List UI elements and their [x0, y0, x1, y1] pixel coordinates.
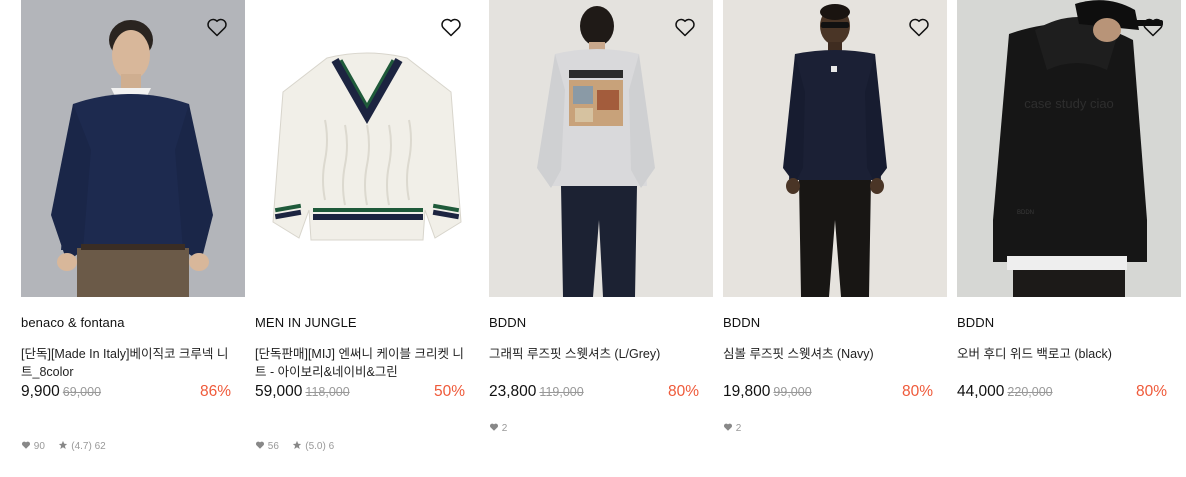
product-card[interactable]: case study ciao BDDN BDDN 오버 후디 위드 백로고 (…	[957, 0, 1181, 400]
price-row: 44,000 220,000 80%	[957, 383, 1167, 405]
product-image[interactable]: case study ciao BDDN	[957, 0, 1181, 297]
original-price: 69,000	[62, 385, 102, 399]
like-count: 2	[501, 423, 508, 434]
product-meta: 90 (4.7) 62	[21, 440, 106, 452]
hoodie-back-print: case study ciao	[1024, 96, 1114, 111]
sale-price: 19,800	[723, 383, 771, 400]
product-image[interactable]	[255, 0, 479, 297]
price-row: 59,000 118,000 50%	[255, 383, 465, 405]
product-card[interactable]: BDDN 그래픽 루즈핏 스웻셔츠 (L/Grey) 23,800 119,000…	[489, 0, 713, 434]
like-count: 2	[735, 423, 742, 434]
brand-name[interactable]: benaco & fontana	[21, 315, 125, 330]
product-card[interactable]: benaco & fontana [단독][Made In Italy]베이직코…	[21, 0, 245, 452]
brand-name[interactable]: BDDN	[957, 315, 994, 330]
product-grid: benaco & fontana [단독][Made In Italy]베이직코…	[0, 0, 1186, 477]
product-photo: case study ciao BDDN	[957, 0, 1181, 297]
original-price: 99,000	[773, 385, 812, 399]
brand-name[interactable]: BDDN	[723, 315, 760, 330]
rating-score: (5.0)	[305, 441, 326, 452]
heart-icon	[255, 441, 265, 449]
rating-score: (4.7)	[71, 441, 92, 452]
like-count: 90	[33, 441, 45, 452]
product-name[interactable]: 그래픽 루즈핏 스웻셔츠 (L/Grey)	[489, 345, 701, 363]
discount-rate: 80%	[1135, 383, 1167, 400]
product-photo	[255, 0, 479, 297]
discount-rate: 50%	[433, 383, 465, 400]
original-price: 220,000	[1007, 385, 1053, 399]
wishlist-heart-icon[interactable]	[205, 15, 229, 39]
sale-price: 59,000	[255, 383, 303, 400]
original-price: 118,000	[305, 385, 350, 399]
brand-name[interactable]: MEN IN JUNGLE	[255, 315, 357, 330]
product-meta: 56 (5.0) 6	[255, 440, 334, 452]
product-photo	[489, 0, 713, 297]
product-photo	[723, 0, 947, 297]
heart-icon	[723, 423, 733, 431]
product-name[interactable]: 오버 후디 위드 백로고 (black)	[957, 345, 1169, 363]
hoodie-hem-print: BDDN	[1017, 210, 1034, 216]
discount-rate: 80%	[901, 383, 933, 400]
product-image[interactable]	[21, 0, 245, 297]
discount-rate: 80%	[667, 383, 699, 400]
product-meta: 2	[723, 422, 741, 434]
star-icon	[293, 440, 302, 449]
sale-price: 44,000	[957, 383, 1005, 400]
like-count: 56	[267, 441, 279, 452]
product-photo	[21, 0, 245, 297]
product-name[interactable]: [단독][Made In Italy]베이직코 크루넥 니트_8color	[21, 345, 233, 381]
product-card[interactable]: MEN IN JUNGLE [단독판매][MIJ] 엔써니 케이블 크리켓 니트…	[255, 0, 479, 452]
wishlist-heart-icon[interactable]	[907, 15, 931, 39]
discount-rate: 86%	[199, 383, 231, 400]
price-row: 19,800 99,000 80%	[723, 383, 933, 405]
product-image[interactable]	[723, 0, 947, 297]
sale-price: 9,900	[21, 383, 60, 400]
wishlist-heart-icon[interactable]	[1141, 15, 1165, 39]
product-meta: 2	[489, 422, 507, 434]
wishlist-heart-icon[interactable]	[673, 15, 697, 39]
price-row: 23,800 119,000 80%	[489, 383, 699, 405]
price-row: 9,900 69,000 86%	[21, 383, 231, 405]
star-icon	[59, 440, 68, 449]
brand-name[interactable]: BDDN	[489, 315, 526, 330]
heart-icon	[489, 423, 499, 431]
review-count: 62	[94, 441, 106, 452]
wishlist-heart-icon[interactable]	[439, 15, 463, 39]
product-name[interactable]: [단독판매][MIJ] 엔써니 케이블 크리켓 니트 - 아이보리&네이비&그린	[255, 345, 467, 381]
heart-icon	[21, 441, 31, 449]
product-image[interactable]	[489, 0, 713, 297]
sale-price: 23,800	[489, 383, 537, 400]
review-count: 6	[328, 441, 335, 452]
original-price: 119,000	[539, 385, 584, 399]
product-name[interactable]: 심볼 루즈핏 스웻셔츠 (Navy)	[723, 345, 935, 363]
product-card[interactable]: BDDN 심볼 루즈핏 스웻셔츠 (Navy) 19,800 99,000 80%…	[723, 0, 947, 434]
